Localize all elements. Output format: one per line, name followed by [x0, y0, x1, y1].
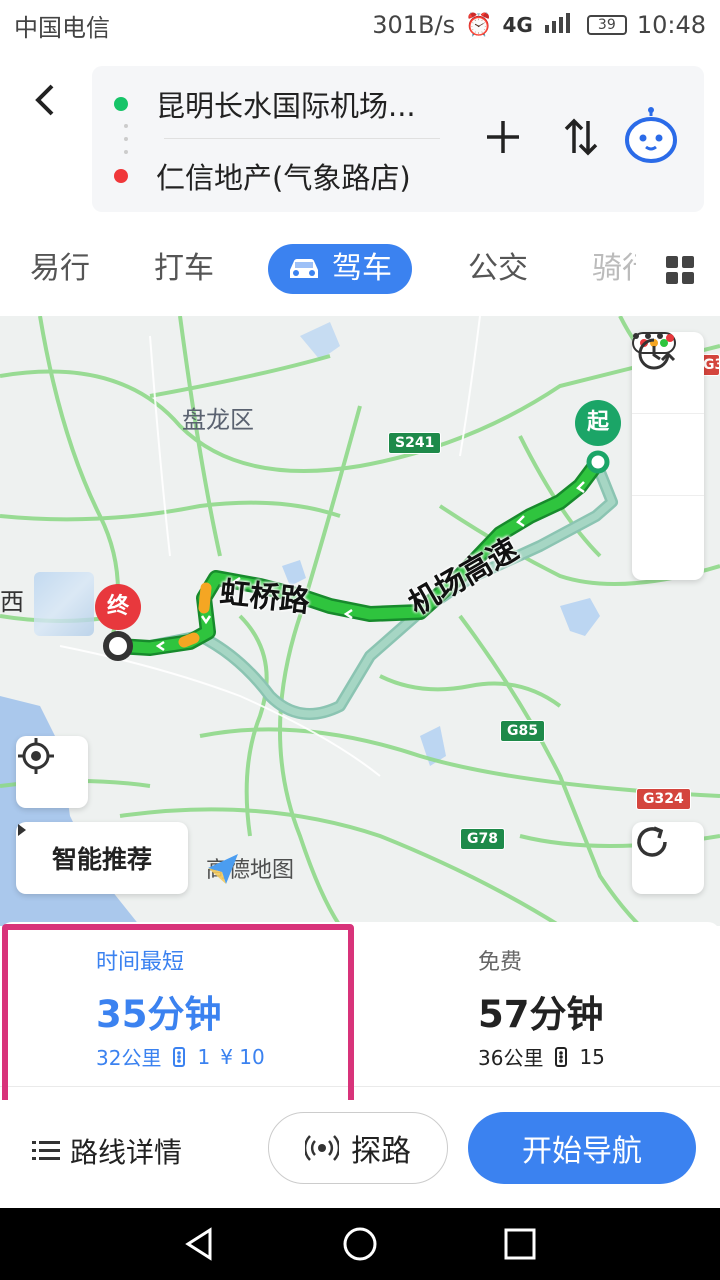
future-traffic-button[interactable]	[632, 334, 704, 496]
map-view[interactable]: 盘龙区 西 虹桥路 机场高速 S241 G85 G324 G78 G3 起 终 …	[0, 316, 720, 926]
add-waypoint-button[interactable]	[480, 114, 526, 160]
refresh-route-button[interactable]	[632, 822, 704, 894]
shield-g78: G78	[460, 828, 505, 850]
list-icon	[32, 1141, 60, 1160]
traffic-light-icon	[173, 1046, 186, 1067]
transport-mode-tabs: 易行 打车 驾车 公交 骑行	[0, 220, 720, 316]
route-detail-label: 路线详情	[70, 1136, 183, 1169]
tab-bus[interactable]: 公交	[468, 244, 528, 294]
option-time: 35分钟	[96, 993, 222, 1036]
chevron-left-icon	[35, 84, 54, 116]
options-divider	[0, 1086, 720, 1087]
end-field[interactable]: 仁信地产(气象路店)	[114, 146, 444, 206]
route-options: 时间最短 35分钟 32公里 1 ¥ 10 免费 57分钟 36公里 15	[0, 922, 720, 1092]
tab-taxi[interactable]: 打车	[154, 244, 214, 294]
swap-route-button[interactable]	[558, 114, 604, 160]
route-option-free[interactable]: 免费 57分钟 36公里 15	[380, 922, 710, 1092]
tab-drive-label: 驾车	[332, 251, 392, 286]
clock: 10:48	[636, 11, 706, 39]
route-input-box: 昆明长水国际机场... 仁信地产(气象路店)	[92, 66, 704, 212]
more-dots-icon	[633, 333, 663, 339]
network-type: 4G	[502, 13, 533, 37]
status-bar: 中国电信 301B/s ⏰ 4G 39 10:48	[0, 0, 720, 50]
nav-back-icon[interactable]	[182, 1226, 218, 1262]
probe-route-button[interactable]: 探路	[268, 1112, 448, 1184]
traffic-light-icon	[555, 1046, 568, 1067]
more-modes-grid-icon[interactable]	[666, 256, 694, 284]
crosshair-icon	[18, 738, 54, 774]
app-screen: 中国电信 301B/s ⏰ 4G 39 10:48 昆明长水国际机场... 仁信…	[0, 0, 720, 1280]
locate-me-button[interactable]	[16, 736, 88, 808]
blurred-place-marker	[34, 572, 94, 636]
start-pin[interactable]: 起	[575, 400, 621, 446]
plus-icon	[487, 121, 519, 153]
option-meta: 32公里 1 ¥ 10	[96, 1042, 265, 1071]
network-speed: 301B/s	[372, 11, 456, 39]
option-time: 57分钟	[478, 993, 604, 1036]
car-icon	[290, 259, 318, 278]
option-distance: 36公里	[478, 1046, 544, 1070]
map-tools-panel	[632, 332, 704, 580]
shield-g324: G324	[636, 788, 691, 810]
smart-recommend-label: 智能推荐	[51, 845, 152, 874]
start-dot-icon	[114, 97, 128, 111]
battery-icon: 39	[586, 15, 627, 35]
status-icons: 301B/s ⏰ 4G 39 10:48	[372, 11, 706, 39]
system-nav-bar	[0, 1208, 720, 1280]
voice-assistant-button[interactable]	[622, 106, 680, 164]
nav-recents-icon[interactable]	[502, 1226, 538, 1262]
route-divider	[164, 138, 440, 139]
triangle-right-icon	[18, 824, 26, 836]
start-field[interactable]: 昆明长水国际机场...	[114, 74, 444, 134]
tab-easy-travel[interactable]: 易行	[30, 244, 90, 294]
start-navigation-button[interactable]: 开始导航	[468, 1112, 696, 1184]
option-label: 时间最短	[96, 950, 185, 975]
end-pin[interactable]: 终	[95, 584, 141, 630]
action-bar: 路线详情 探路 开始导航	[0, 1100, 720, 1208]
assistant-icon	[625, 107, 677, 163]
route-header: 昆明长水国际机场... 仁信地产(气象路店)	[0, 50, 720, 220]
brand-watermark: 高德地图	[206, 852, 294, 884]
route-detail-button[interactable]: 路线详情	[32, 1126, 182, 1176]
option-toll: ¥ 10	[220, 1044, 265, 1069]
alarm-icon: ⏰	[465, 12, 493, 38]
option-distance: 32公里	[96, 1046, 162, 1070]
start-location: 昆明长水国际机场...	[156, 89, 416, 123]
route-option-fastest[interactable]: 时间最短 35分钟 32公里 1 ¥ 10	[6, 922, 352, 1092]
option-meta: 36公里 15	[478, 1042, 605, 1071]
broadcast-icon	[305, 1135, 339, 1161]
nav-home-icon[interactable]	[342, 1226, 378, 1262]
option-lights: 1	[197, 1044, 211, 1069]
end-dot-icon	[114, 169, 128, 183]
option-lights: 15	[579, 1044, 605, 1069]
end-location: 仁信地产(气象路店)	[156, 161, 411, 195]
district-label: 盘龙区	[182, 406, 254, 434]
smart-recommend-button[interactable]: 智能推荐	[16, 822, 188, 894]
carrier-name: 中国电信	[14, 13, 110, 42]
tab-drive[interactable]: 驾车	[268, 244, 412, 294]
amap-logo-icon	[208, 854, 238, 884]
west-label: 西	[0, 588, 24, 616]
signal-icon	[543, 11, 577, 39]
probe-label: 探路	[351, 1134, 411, 1169]
more-options-button[interactable]	[632, 333, 704, 578]
refresh-icon	[637, 826, 667, 857]
shield-s241: S241	[388, 432, 442, 454]
option-label: 免费	[478, 950, 523, 975]
swap-icon	[564, 118, 598, 156]
shield-g85: G85	[500, 720, 545, 742]
back-button[interactable]	[26, 80, 66, 120]
road-label-hongqiao: 虹桥路	[218, 575, 312, 620]
tab-bike[interactable]: 骑行	[592, 244, 636, 294]
